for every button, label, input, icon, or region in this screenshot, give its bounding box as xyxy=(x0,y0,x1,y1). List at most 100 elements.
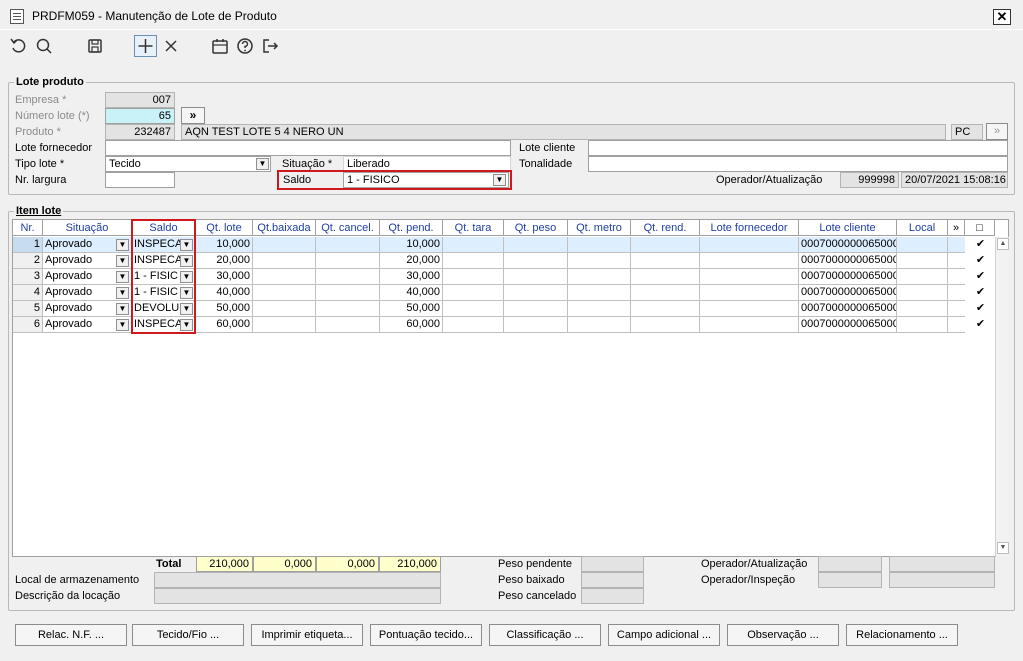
lote-cliente-cell[interactable]: 000700000006500000 xyxy=(799,237,897,253)
qt-metro-cell[interactable] xyxy=(568,253,631,269)
row-checkbox[interactable]: ✔ xyxy=(975,303,986,314)
chevron-down-icon[interactable]: ▼ xyxy=(256,158,269,170)
qt-peso-cell[interactable] xyxy=(504,237,568,253)
produto-code-field[interactable]: 232487 xyxy=(105,124,175,140)
qt-cancel-cell[interactable] xyxy=(316,253,380,269)
qt-cancel-cell[interactable] xyxy=(316,301,380,317)
classificacao-button[interactable]: Classificação ... xyxy=(489,624,601,646)
lote-cliente-cell[interactable]: 000700000006500000 xyxy=(799,269,897,285)
column-header-qt-metro[interactable]: Qt. metro xyxy=(568,220,631,236)
row-checkbox[interactable]: ✔ xyxy=(975,271,986,282)
pontuacao-tecido-button[interactable]: Pontuação tecido... xyxy=(370,624,482,646)
qt-lote-cell[interactable]: 30,000 xyxy=(196,269,253,285)
column-header-situacao[interactable]: Situação xyxy=(43,220,132,236)
column-header-qt-pend[interactable]: Qt. pend. xyxy=(380,220,443,236)
qt-metro-cell[interactable] xyxy=(568,285,631,301)
qt-tara-cell[interactable] xyxy=(443,269,504,285)
lote-fornecedor-cell[interactable] xyxy=(700,317,799,333)
row-checkbox[interactable]: ✔ xyxy=(975,239,986,250)
qt-baixada-cell[interactable] xyxy=(253,285,316,301)
qt-peso-cell[interactable] xyxy=(504,285,568,301)
lote-fornecedor-cell[interactable] xyxy=(700,237,799,253)
qt-lote-cell[interactable]: 40,000 xyxy=(196,285,253,301)
help-icon[interactable] xyxy=(235,36,255,56)
empresa-field[interactable]: 007 xyxy=(105,92,175,108)
close-window-button[interactable]: ✕ xyxy=(993,9,1011,25)
lote-fornecedor-field[interactable] xyxy=(105,140,511,156)
nr-largura-field[interactable] xyxy=(105,172,175,188)
lote-fornecedor-cell[interactable] xyxy=(700,253,799,269)
qt-peso-cell[interactable] xyxy=(504,301,568,317)
relacionamento-button[interactable]: Relacionamento ... xyxy=(846,624,958,646)
column-header-nr[interactable]: Nr. xyxy=(13,220,43,236)
column-header-qt-tara[interactable]: Qt. tara xyxy=(443,220,504,236)
local-cell[interactable] xyxy=(897,285,948,301)
qt-pend-cell[interactable]: 10,000 xyxy=(380,237,443,253)
local-cell[interactable] xyxy=(897,301,948,317)
qt-lote-cell[interactable]: 50,000 xyxy=(196,301,253,317)
qt-metro-cell[interactable] xyxy=(568,317,631,333)
qt-baixada-cell[interactable] xyxy=(253,253,316,269)
situacao-dropdown-icon[interactable]: ▼ xyxy=(116,319,129,331)
qt-tara-cell[interactable] xyxy=(443,285,504,301)
qt-rend-cell[interactable] xyxy=(631,317,700,333)
lote-cliente-cell[interactable]: 000700000006500000 xyxy=(799,253,897,269)
lote-cliente-cell[interactable]: 000700000006500000 xyxy=(799,285,897,301)
qt-baixada-cell[interactable] xyxy=(253,237,316,253)
situacao-dropdown-icon[interactable]: ▼ xyxy=(116,255,129,267)
column-header-qt-baixada[interactable]: Qt.baixada xyxy=(253,220,316,236)
qt-rend-cell[interactable] xyxy=(631,285,700,301)
qt-pend-cell[interactable]: 40,000 xyxy=(380,285,443,301)
column-header-qt-peso[interactable]: Qt. peso xyxy=(504,220,568,236)
local-cell[interactable] xyxy=(897,237,948,253)
qt-peso-cell[interactable] xyxy=(504,317,568,333)
qt-metro-cell[interactable] xyxy=(568,237,631,253)
qt-tara-cell[interactable] xyxy=(443,317,504,333)
local-cell[interactable] xyxy=(897,269,948,285)
qt-baixada-cell[interactable] xyxy=(253,301,316,317)
close-icon[interactable] xyxy=(161,36,181,56)
imprimir-etiqueta-button[interactable]: Imprimir etiqueta... xyxy=(251,624,363,646)
exit-icon[interactable] xyxy=(260,36,280,56)
qt-cancel-cell[interactable] xyxy=(316,317,380,333)
undo-icon[interactable] xyxy=(8,36,28,56)
relac-nf-button[interactable]: Relac. N.F. ... xyxy=(15,624,127,646)
numero-lote-field[interactable]: 65 xyxy=(105,108,175,124)
row-checkbox[interactable]: ✔ xyxy=(975,319,986,330)
campo-adicional-button[interactable]: Campo adicional ... xyxy=(608,624,720,646)
column-header-lote-cliente[interactable]: Lote cliente xyxy=(799,220,897,236)
situacao-dropdown-icon[interactable]: ▼ xyxy=(116,271,129,283)
column-header-select-all[interactable]: □ xyxy=(965,220,995,236)
tipo-lote-select[interactable]: Tecido xyxy=(105,156,271,172)
qt-pend-cell[interactable]: 60,000 xyxy=(380,317,443,333)
situacao-dropdown-icon[interactable]: ▼ xyxy=(116,287,129,299)
qt-rend-cell[interactable] xyxy=(631,269,700,285)
qt-cancel-cell[interactable] xyxy=(316,285,380,301)
qt-rend-cell[interactable] xyxy=(631,237,700,253)
lote-cliente-cell[interactable]: 000700000006500000 xyxy=(799,317,897,333)
column-header-local[interactable]: Local xyxy=(897,220,948,236)
scroll-up-icon[interactable]: ▲ xyxy=(997,238,1009,250)
numero-lote-lookup-button[interactable]: » xyxy=(181,107,205,124)
lote-cliente-cell[interactable]: 000700000006500000 xyxy=(799,301,897,317)
scroll-down-icon[interactable]: ▼ xyxy=(997,542,1009,554)
tecido-fio-button[interactable]: Tecido/Fio ... xyxy=(132,624,244,646)
chevron-down-icon[interactable]: ▼ xyxy=(493,174,506,186)
qt-peso-cell[interactable] xyxy=(504,269,568,285)
qt-rend-cell[interactable] xyxy=(631,253,700,269)
qt-tara-cell[interactable] xyxy=(443,237,504,253)
qt-cancel-cell[interactable] xyxy=(316,269,380,285)
qt-baixada-cell[interactable] xyxy=(253,317,316,333)
qt-tara-cell[interactable] xyxy=(443,301,504,317)
observacao-button[interactable]: Observação ... xyxy=(727,624,839,646)
qt-lote-cell[interactable]: 20,000 xyxy=(196,253,253,269)
column-header-qt-cancel[interactable]: Qt. cancel. xyxy=(316,220,380,236)
qt-tara-cell[interactable] xyxy=(443,253,504,269)
qt-lote-cell[interactable]: 60,000 xyxy=(196,317,253,333)
qt-metro-cell[interactable] xyxy=(568,301,631,317)
qt-pend-cell[interactable]: 30,000 xyxy=(380,269,443,285)
lote-cliente-field[interactable] xyxy=(588,140,1008,156)
local-cell[interactable] xyxy=(897,253,948,269)
row-checkbox[interactable]: ✔ xyxy=(975,287,986,298)
lote-fornecedor-cell[interactable] xyxy=(700,285,799,301)
